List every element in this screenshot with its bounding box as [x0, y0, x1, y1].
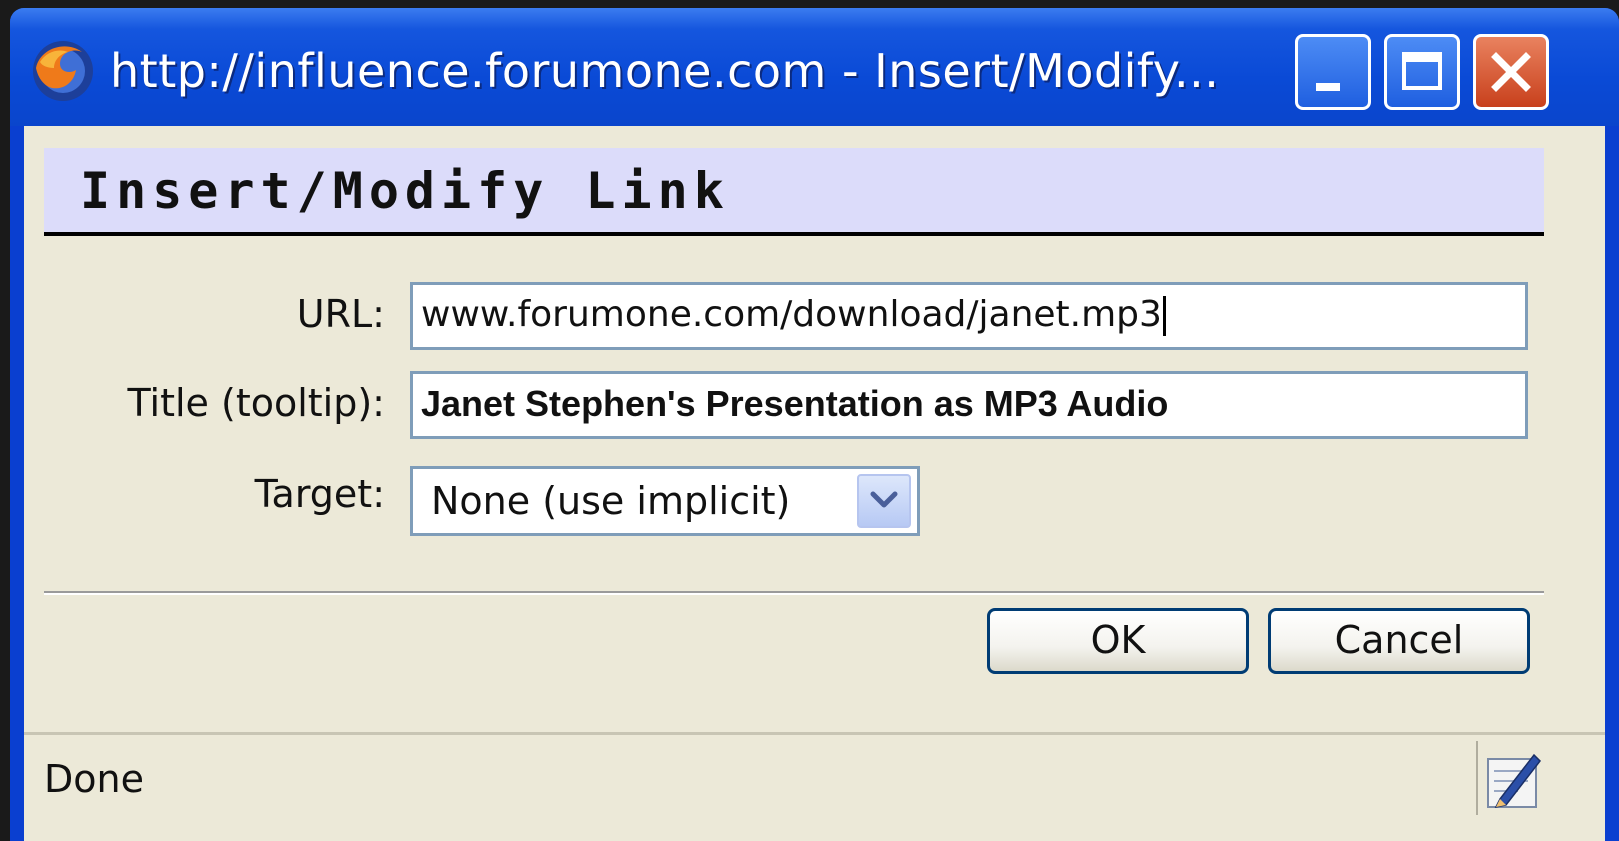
- title-input[interactable]: Janet Stephen's Presentation as MP3 Audi…: [410, 371, 1528, 439]
- url-input-value: www.forumone.com/download/janet.mp3: [421, 294, 1162, 335]
- ok-button[interactable]: OK: [987, 608, 1249, 674]
- edit-page-icon[interactable]: [1476, 741, 1548, 815]
- status-text: Done: [44, 757, 144, 801]
- url-input[interactable]: www.forumone.com/download/janet.mp3: [410, 282, 1528, 350]
- close-icon: [1491, 52, 1531, 92]
- text-caret: [1162, 296, 1166, 336]
- dialog-body: Insert/Modify Link URL: www.forumone.com…: [24, 126, 1605, 841]
- maximize-icon: [1402, 52, 1442, 90]
- target-label: Target:: [254, 472, 385, 516]
- cancel-button[interactable]: Cancel: [1268, 608, 1530, 674]
- target-select[interactable]: None (use implicit): [410, 466, 920, 536]
- firefox-icon: [30, 38, 96, 104]
- dialog-header: Insert/Modify Link: [44, 148, 1544, 236]
- url-label: URL:: [296, 292, 385, 336]
- minimize-button[interactable]: [1295, 34, 1371, 110]
- window-title: http://influence.forumone.com - Insert/M…: [110, 44, 1220, 98]
- title-label: Title (tooltip):: [127, 381, 385, 425]
- dialog-window: http://influence.forumone.com - Insert/M…: [10, 8, 1619, 841]
- maximize-button[interactable]: [1384, 34, 1460, 110]
- dialog-heading: Insert/Modify Link: [80, 162, 730, 220]
- chevron-down-icon: [870, 491, 898, 508]
- minimize-icon: [1316, 83, 1340, 91]
- close-button[interactable]: [1473, 34, 1549, 110]
- title-input-value: Janet Stephen's Presentation as MP3 Audi…: [421, 383, 1169, 424]
- divider: [44, 591, 1544, 595]
- title-bar[interactable]: http://influence.forumone.com - Insert/M…: [10, 8, 1619, 126]
- dropdown-button[interactable]: [857, 474, 911, 528]
- status-bar: Done: [24, 732, 1605, 841]
- target-select-value: None (use implicit): [431, 479, 791, 523]
